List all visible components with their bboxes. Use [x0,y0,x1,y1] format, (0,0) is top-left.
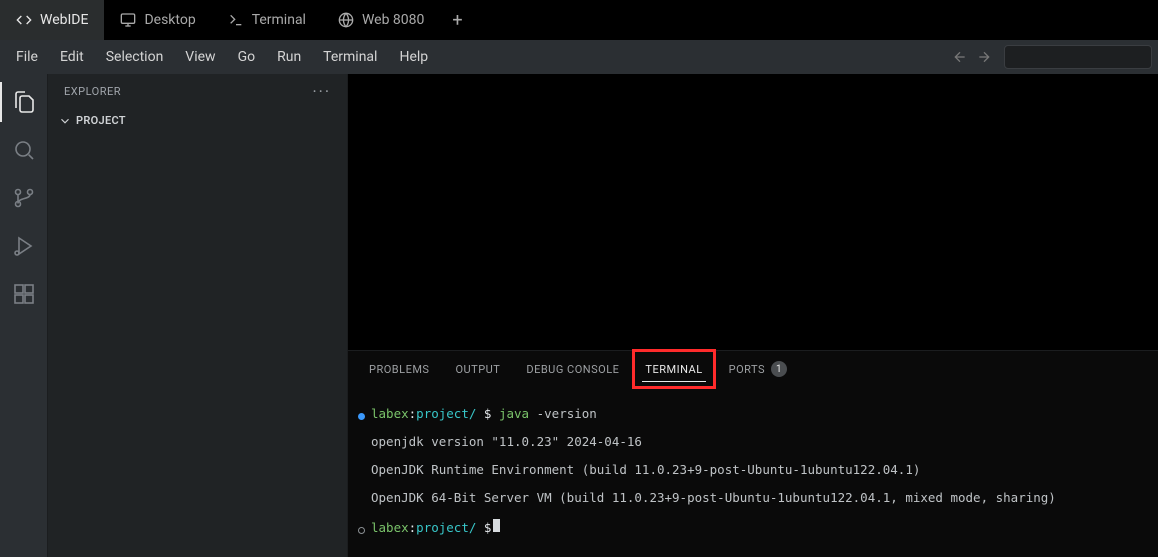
desktop-icon [120,12,136,28]
globe-icon [338,12,354,28]
editor-and-panel: PROBLEMS OUTPUT DEBUG CONSOLE TERMINAL P… [348,74,1158,557]
menu-go[interactable]: Go [228,45,266,69]
plus-icon: + [452,10,462,31]
menu-edit[interactable]: Edit [50,45,94,69]
term-output-line: openjdk version "11.0.23" 2024-04-16 [371,435,642,449]
search-icon [12,138,36,162]
panel-tab-ports[interactable]: PORTS 1 [726,351,790,387]
panel-tab-problems[interactable]: PROBLEMS [366,351,432,387]
terminal-output[interactable]: labex:project/ $ java -version openjdk v… [348,387,1158,557]
project-folder-name: PROJECT [76,114,126,127]
sidebar-explorer: EXPLORER ··· PROJECT [48,74,348,557]
panel-tab-bar: PROBLEMS OUTPUT DEBUG CONSOLE TERMINAL P… [348,351,1158,387]
bottom-panel: PROBLEMS OUTPUT DEBUG CONSOLE TERMINAL P… [348,350,1158,557]
panel-tab-debug-console[interactable]: DEBUG CONSOLE [523,351,622,387]
app-tab-label: WebIDE [40,12,88,28]
term-cwd: project/ [416,521,476,535]
panel-tab-output[interactable]: OUTPUT [452,351,503,387]
activity-bar [0,74,48,557]
sidebar-title: EXPLORER [64,85,121,98]
term-output-line: OpenJDK Runtime Environment (build 11.0.… [371,463,920,477]
command-center-input[interactable] [1004,45,1152,69]
terminal-icon [228,12,244,28]
menu-file[interactable]: File [6,45,48,69]
app-tab-label: Web 8080 [362,12,424,28]
files-icon [12,90,36,114]
activity-extensions[interactable] [0,272,48,316]
activity-search[interactable] [0,128,48,172]
editor-area [348,74,1158,350]
app-tab-label: Terminal [252,12,306,28]
menu-run[interactable]: Run [267,45,311,69]
app-tab-label: Desktop [144,12,195,28]
app-tab-web8080[interactable]: Web 8080 [322,0,440,40]
menu-terminal[interactable]: Terminal [313,45,387,69]
nav-forward-button[interactable] [972,45,996,69]
app-tab-desktop[interactable]: Desktop [104,0,211,40]
menu-bar: File Edit Selection View Go Run Terminal… [0,40,1158,74]
code-icon [16,12,32,28]
panel-tab-terminal[interactable]: TERMINAL [642,351,705,387]
activity-source-control[interactable] [0,176,48,220]
term-prompt-symbol: $ [484,407,492,421]
app-tab-bar: WebIDE Desktop Terminal Web 8080 + [0,0,1158,40]
panel-tab-ports-label: PORTS [729,363,765,376]
ports-badge: 1 [771,361,787,377]
menu-help[interactable]: Help [389,45,438,69]
term-cwd: project/ [416,407,476,421]
chevron-down-icon [58,114,72,128]
term-user: labex [371,407,409,421]
term-user: labex [371,521,409,535]
term-cmd-args: -version [537,407,597,421]
panel-tab-terminal-label: TERMINAL [645,363,702,376]
terminal-cursor [493,519,500,532]
sidebar-more-button[interactable]: ··· [312,82,331,101]
status-dot-icon [358,527,365,534]
term-prompt-symbol: $ [484,521,492,535]
app-tab-terminal[interactable]: Terminal [212,0,322,40]
debug-icon [12,234,36,258]
app-tab-webide[interactable]: WebIDE [0,0,104,40]
activity-run-debug[interactable] [0,224,48,268]
activity-explorer[interactable] [0,80,48,124]
git-branch-icon [12,186,36,210]
project-folder-row[interactable]: PROJECT [48,108,347,132]
term-cmd: java [499,407,529,421]
extensions-icon [12,282,36,306]
add-tab-button[interactable]: + [440,0,474,40]
menu-selection[interactable]: Selection [96,45,174,69]
status-dot-icon [358,413,365,420]
menu-view[interactable]: View [175,45,225,69]
term-output-line: OpenJDK 64-Bit Server VM (build 11.0.23+… [371,491,1056,505]
nav-back-button[interactable] [948,45,972,69]
